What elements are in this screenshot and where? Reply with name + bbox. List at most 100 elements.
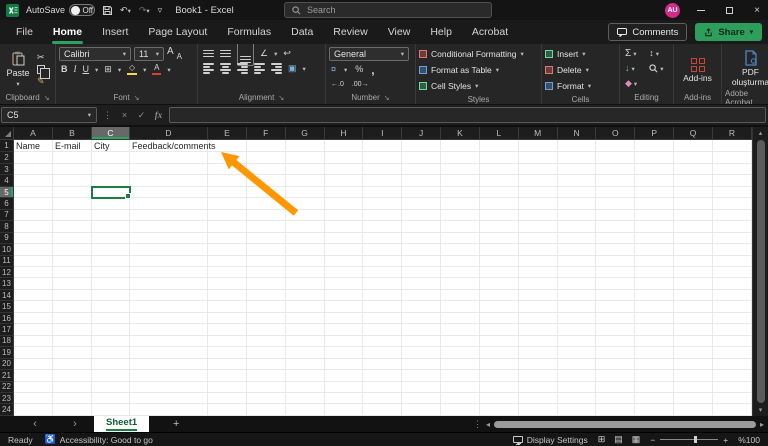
cell-L14[interactable] (479, 289, 519, 302)
cell-M5[interactable] (518, 186, 558, 199)
cell-D14[interactable] (130, 289, 208, 302)
cell-H17[interactable] (324, 324, 364, 336)
row-header-8[interactable]: 8 (0, 221, 14, 233)
cell-K23[interactable] (441, 392, 480, 405)
merge-center-icon[interactable]: ▣ (288, 64, 297, 73)
font-color-icon[interactable]: A (152, 63, 162, 76)
cell-G10[interactable] (285, 244, 325, 256)
cell-Q24[interactable] (674, 404, 713, 416)
cell-J17[interactable] (402, 324, 442, 336)
column-header-J[interactable]: J (402, 127, 442, 140)
cell-M7[interactable] (518, 209, 558, 222)
row-header-24[interactable]: 24 (0, 404, 14, 416)
cell-L8[interactable] (479, 221, 519, 233)
zoom-slider[interactable] (660, 436, 719, 443)
cell-F4[interactable] (246, 175, 286, 187)
search-input[interactable] (307, 5, 457, 15)
cell-Q23[interactable] (674, 392, 713, 405)
cell-J11[interactable] (402, 255, 442, 267)
column-header-H[interactable]: H (324, 127, 364, 140)
cell-L2[interactable] (479, 152, 519, 164)
cell-J12[interactable] (402, 266, 442, 279)
accounting-format-icon[interactable]: ¤ (331, 65, 336, 74)
column-header-C[interactable]: C (92, 127, 130, 140)
search-box[interactable] (284, 2, 492, 18)
cell-F21[interactable] (246, 370, 286, 382)
cell-O13[interactable] (596, 278, 636, 290)
cell-L4[interactable] (479, 175, 519, 187)
tab-home[interactable]: Home (43, 20, 92, 45)
cell-P15[interactable] (635, 301, 675, 313)
cell-J10[interactable] (402, 244, 442, 256)
cell-M4[interactable] (518, 175, 558, 187)
delete-cells-button[interactable]: Delete ▾ (545, 63, 616, 77)
cell-B17[interactable] (53, 324, 92, 336)
cell-R12[interactable] (712, 266, 752, 279)
cell-J4[interactable] (402, 175, 442, 187)
cell-L12[interactable] (479, 266, 519, 279)
cell-O11[interactable] (596, 255, 636, 267)
cell-H3[interactable] (324, 163, 364, 176)
cell-J20[interactable] (402, 358, 442, 371)
cell-P24[interactable] (635, 404, 675, 416)
paste-button[interactable]: Paste ▾ (3, 47, 33, 91)
enter-icon[interactable]: ✓ (135, 110, 148, 121)
cell-H19[interactable] (324, 347, 364, 359)
cell-D15[interactable] (130, 301, 208, 313)
cell-K17[interactable] (441, 324, 480, 336)
column-header-D[interactable]: D (130, 127, 208, 140)
column-header-G[interactable]: G (285, 127, 325, 140)
cell-O20[interactable] (596, 358, 636, 371)
cell-Q9[interactable] (674, 232, 713, 245)
cell-B6[interactable] (53, 198, 92, 210)
cell-E2[interactable] (208, 152, 247, 164)
column-header-I[interactable]: I (363, 127, 403, 140)
alignment-dialog-launcher[interactable]: ↘ (278, 94, 284, 102)
cell-J5[interactable] (402, 186, 442, 199)
cell-L16[interactable] (479, 312, 519, 325)
align-left-icon[interactable] (203, 63, 214, 74)
cell-R20[interactable] (712, 358, 752, 371)
comments-button[interactable]: Comments (608, 23, 688, 41)
cell-B15[interactable] (53, 301, 92, 313)
row-header-14[interactable]: 14 (0, 289, 14, 302)
cell-O3[interactable] (596, 163, 636, 176)
cell-C6[interactable] (92, 198, 130, 210)
row-header-19[interactable]: 19 (0, 347, 14, 359)
cell-C7[interactable] (92, 209, 130, 222)
cell-J2[interactable] (402, 152, 442, 164)
cell-Q16[interactable] (674, 312, 713, 325)
cell-D12[interactable] (130, 266, 208, 279)
cell-O19[interactable] (596, 347, 636, 359)
row-header-3[interactable]: 3 (0, 163, 14, 176)
cell-D21[interactable] (130, 370, 208, 382)
cell-R13[interactable] (712, 278, 752, 290)
cell-I20[interactable] (363, 358, 403, 371)
add-sheet-button[interactable]: + (163, 418, 189, 430)
formula-input[interactable] (170, 111, 765, 125)
cell-J23[interactable] (402, 392, 442, 405)
row-header-6[interactable]: 6 (0, 198, 14, 210)
cell-L23[interactable] (479, 392, 519, 405)
cell-P20[interactable] (635, 358, 675, 371)
cell-K24[interactable] (441, 404, 480, 416)
cell-F7[interactable] (246, 209, 286, 222)
cell-E10[interactable] (208, 244, 247, 256)
cell-I11[interactable] (363, 255, 403, 267)
cell-D9[interactable] (130, 232, 208, 245)
cell-L7[interactable] (479, 209, 519, 222)
font-name-select[interactable]: Calibri ▾ (59, 47, 131, 61)
cell-C12[interactable] (92, 266, 130, 279)
cell-H20[interactable] (324, 358, 364, 371)
row-header-21[interactable]: 21 (0, 370, 14, 382)
cell-L13[interactable] (479, 278, 519, 290)
cell-C18[interactable] (92, 335, 130, 348)
cell-N17[interactable] (557, 324, 597, 336)
find-select-icon[interactable] (649, 64, 658, 73)
cell-D6[interactable] (130, 198, 208, 210)
cell-A18[interactable] (14, 335, 53, 348)
horizontal-scrollbar[interactable]: ⋮ ◂ ▸ (473, 416, 764, 432)
cell-A17[interactable] (14, 324, 53, 336)
cell-G2[interactable] (285, 152, 325, 164)
cell-R8[interactable] (712, 221, 752, 233)
